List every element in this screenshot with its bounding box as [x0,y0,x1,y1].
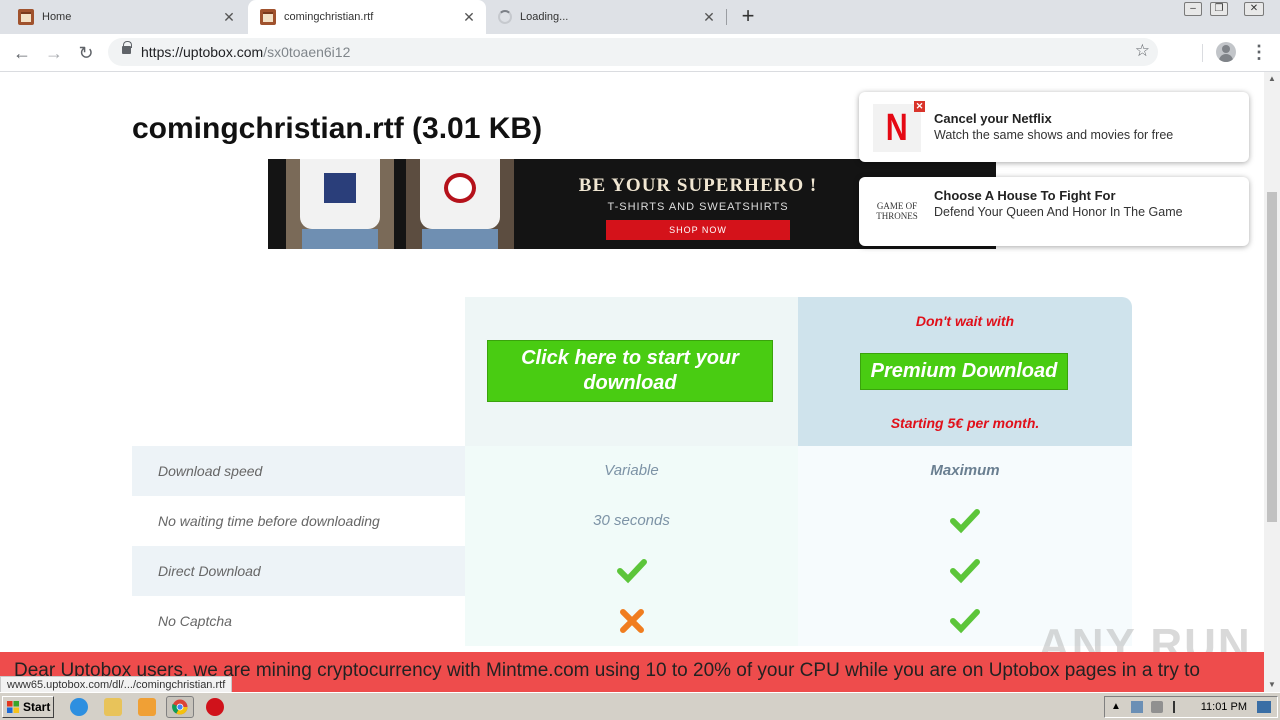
table-row: Direct Download [132,546,1132,596]
url-text: https://uptobox.com/sx0toaen6i12 [141,44,351,60]
free-value [465,596,798,646]
game-of-thrones-logo-icon: GAME OF THRONES [873,187,921,235]
volume-icon[interactable] [1151,701,1163,713]
premium-value [798,546,1132,596]
tray-expand-icon[interactable]: ▲ [1111,701,1123,713]
tab-loading[interactable]: Loading... ✕ [486,0,726,34]
status-bar-url: www65.uptobox.com/dl/.../comingchristian… [0,676,233,692]
uptobox-favicon-icon [260,9,276,25]
folder-icon[interactable] [104,698,122,716]
checkmark-icon [950,509,980,534]
premium-download-button[interactable]: Premium Download [860,353,1068,390]
reload-button[interactable]: ↻ [74,41,98,65]
menu-dots-icon[interactable]: ⋮ [1250,40,1268,64]
show-desktop-icon[interactable] [1257,701,1271,713]
tshirt-image [406,159,514,249]
page-scrollbar[interactable]: ▲ ▼ [1264,72,1280,692]
tab-title: Loading... [520,11,569,23]
flag-icon[interactable] [1173,701,1185,713]
windows-taskbar: Start ▲ 11:01 PM [0,692,1280,720]
start-download-button[interactable]: Click here to start your download [487,340,773,402]
browser-toolbar: ← → ↻ https://uptobox.com/sx0toaen6i12 ☆… [0,34,1280,72]
banner-subline: T-SHIRTS AND SWEATSHIRTS [607,201,789,213]
table-row: No Captcha [132,596,1132,646]
internet-explorer-icon[interactable] [70,698,88,716]
table-row: No waiting time before downloading 30 se… [132,496,1132,546]
notification-title: Choose A House To Fight For [934,188,1116,203]
bookmark-star-icon[interactable]: ☆ [1135,41,1150,61]
row-label: No Captcha [158,613,232,629]
notification-body: Defend Your Queen And Honor In The Game [934,205,1183,219]
cross-icon [619,609,644,634]
notification-close-icon[interactable]: ✕ [914,101,925,112]
toolbar-separator [1202,44,1203,62]
close-icon[interactable]: ✕ [702,10,716,24]
premium-value [798,496,1132,546]
tab-strip: Home ✕ comingchristian.rtf ✕ Loading... … [0,0,1280,34]
close-icon[interactable]: ✕ [222,10,236,24]
checkmark-icon [950,559,980,584]
file-title: comingchristian.rtf (3.01 KB) [132,112,543,145]
page-content: comingchristian.rtf (3.01 KB) BE YOUR SU… [0,72,1264,692]
opera-icon[interactable] [206,698,224,716]
premium-price: Starting 5€ per month. [890,415,1040,431]
scroll-down-icon[interactable]: ▼ [1264,678,1280,692]
free-value: 30 seconds [465,496,798,546]
chrome-taskbar-button[interactable] [166,696,194,718]
close-icon[interactable]: ✕ [462,10,476,24]
premium-column-header: Don't wait with Premium Download Startin… [798,297,1132,446]
notification-body: Watch the same shows and movies for free [934,128,1174,142]
media-player-icon[interactable] [138,698,156,716]
free-column-header: Click here to start your download [465,297,798,446]
row-label: No waiting time before downloading [158,513,380,529]
free-value [465,546,798,596]
tab-comingchristian[interactable]: comingchristian.rtf ✕ [248,0,486,34]
loading-spinner-icon [498,10,512,24]
tab-title: Home [42,11,72,23]
minimize-button[interactable]: – [1184,2,1202,16]
scroll-up-icon[interactable]: ▲ [1264,72,1280,86]
scrollbar-thumb[interactable] [1267,192,1277,522]
address-bar[interactable]: https://uptobox.com/sx0toaen6i12 ☆ [108,38,1158,66]
banner-headline: BE YOUR SUPERHERO ! [578,175,818,196]
premium-tagline: Don't wait with [915,313,1015,329]
system-tray: ▲ 11:01 PM [1104,696,1278,718]
window-close-button[interactable]: ✕ [1244,2,1264,16]
lock-icon [122,41,132,54]
tshirt-image [286,159,394,249]
start-label: Start [23,700,51,714]
premium-value: Maximum [798,446,1132,496]
netflix-notification[interactable]: N ✕ Cancel your Netflix Watch the same s… [859,92,1249,162]
tab-separator [726,9,727,25]
new-tab-button[interactable]: + [736,5,760,29]
notification-title: Cancel your Netflix [934,111,1052,126]
windows-logo-icon [7,701,19,713]
back-button[interactable]: ← [10,41,34,65]
network-icon[interactable] [1131,701,1143,713]
chrome-icon [172,699,188,715]
free-value: Variable [465,446,798,496]
clock: 11:01 PM [1200,701,1247,713]
tab-home[interactable]: Home ✕ [0,0,246,34]
checkmark-icon [616,559,647,584]
restore-button[interactable]: ❐ [1210,2,1228,16]
table-row: Download speed Variable Maximum [132,446,1132,496]
row-label: Direct Download [132,546,465,596]
profile-avatar-icon[interactable] [1216,42,1236,62]
uptobox-favicon-icon [18,9,34,25]
shop-now-button[interactable]: SHOP NOW [606,220,790,240]
tab-title: comingchristian.rtf [284,11,374,23]
got-notification[interactable]: GAME OF THRONES Choose A House To Fight … [859,177,1249,246]
start-button[interactable]: Start [2,696,54,718]
forward-button[interactable]: → [42,41,66,65]
row-label: Download speed [132,446,465,496]
checkmark-icon [950,609,980,634]
